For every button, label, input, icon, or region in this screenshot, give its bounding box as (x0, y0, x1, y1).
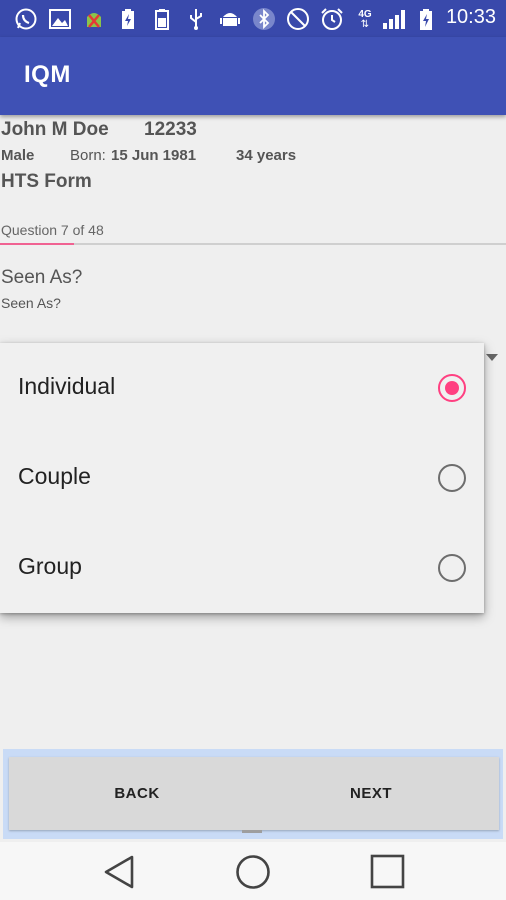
question-progress-text: Question 7 of 48 (1, 222, 104, 238)
dropdown-popup: Individual Couple Group (0, 343, 484, 613)
progress-track (0, 243, 506, 245)
patient-gender: Male (1, 147, 35, 164)
scroll-indicator (242, 830, 262, 833)
image-icon (48, 7, 72, 31)
android-icon (218, 7, 242, 31)
radio-unselected-icon[interactable] (438, 464, 466, 492)
question-subtitle: Seen As? (1, 295, 61, 311)
recents-square-icon[interactable] (367, 852, 407, 892)
4g-icon: 4G ⇅ (358, 8, 372, 30)
patient-age: 34 years (236, 147, 297, 164)
dropdown-option-couple[interactable]: Couple (0, 433, 484, 523)
dropdown-option-group[interactable]: Group (0, 523, 484, 613)
dropdown-arrow-icon[interactable] (486, 354, 498, 361)
patient-id: 12233 (144, 119, 197, 140)
signal-icon (382, 7, 410, 31)
home-circle-icon[interactable] (233, 852, 273, 892)
usb-icon (184, 7, 208, 31)
progress-bar (0, 243, 74, 245)
storage-icon (150, 7, 174, 31)
next-button[interactable]: NEXT (243, 757, 499, 830)
app-bar: IQM (0, 37, 506, 115)
question-title: Seen As? (1, 267, 83, 288)
app-title: IQM (24, 61, 71, 88)
alarm-icon (320, 7, 344, 31)
dropdown-option-label: Group (18, 553, 82, 579)
battery-charging-icon (116, 7, 140, 31)
born-label: Born: (70, 147, 106, 164)
back-button[interactable]: BACK (9, 757, 265, 830)
patient-birth-date: 15 Jun 1981 (111, 147, 197, 164)
bluetooth-icon (252, 7, 276, 31)
radio-unselected-icon[interactable] (438, 554, 466, 582)
dropdown-option-label: Couple (18, 463, 91, 489)
android-debug-icon (82, 7, 106, 31)
do-not-disturb-icon (286, 7, 310, 31)
dropdown-option-individual[interactable]: Individual (0, 343, 484, 433)
status-time: 10:33 (445, 6, 496, 28)
battery-icon (414, 7, 438, 31)
radio-selected-icon[interactable] (438, 374, 466, 402)
patient-name: John M Doe (1, 119, 109, 140)
status-bar: 4G ⇅ 10:33 (0, 0, 506, 37)
back-triangle-icon[interactable] (100, 852, 140, 892)
whatsapp-icon (14, 7, 38, 31)
dropdown-option-label: Individual (18, 373, 116, 399)
form-name: HTS Form (1, 171, 92, 192)
